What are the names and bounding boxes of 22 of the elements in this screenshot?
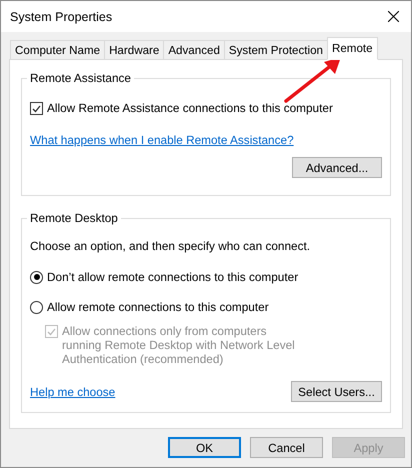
checkbox-label: Allow connections only from computers running Remote Desktop with Network Level Authentication (recommended) [62, 324, 296, 366]
tab[interactable]: Remote [326, 37, 378, 60]
checkbox-label: Allow Remote Assistance connections to this computer [47, 101, 333, 115]
close-icon[interactable] [388, 11, 399, 22]
dialog-button[interactable]: OK [168, 437, 241, 458]
radio-label: Don’t allow remote connections to this computer [47, 270, 298, 284]
group-title: Remote Assistance [27, 71, 134, 85]
help-link[interactable]: Help me choose [30, 384, 116, 398]
dialog-button[interactable]: Cancel [250, 437, 323, 458]
group-title: Remote Desktop [27, 211, 121, 225]
instruction-text: Choose an option, and then specify who can connect. [30, 239, 312, 253]
help-link[interactable]: What happens when I enable Remote Assistance? [30, 133, 294, 147]
radio-button[interactable] [30, 270, 43, 284]
tab[interactable]: Computer Name [10, 40, 106, 59]
tab[interactable]: System Protection [224, 40, 328, 59]
window-title: System Properties [10, 10, 112, 24]
radio-button[interactable] [30, 300, 43, 314]
advanced-button[interactable]: Advanced... [292, 157, 382, 178]
select-users-button[interactable]: Select Users... [291, 381, 382, 402]
annotation-arrow [284, 57, 341, 103]
checkbox[interactable] [30, 102, 43, 115]
radio-label: Allow remote connections to this computer [47, 300, 269, 314]
